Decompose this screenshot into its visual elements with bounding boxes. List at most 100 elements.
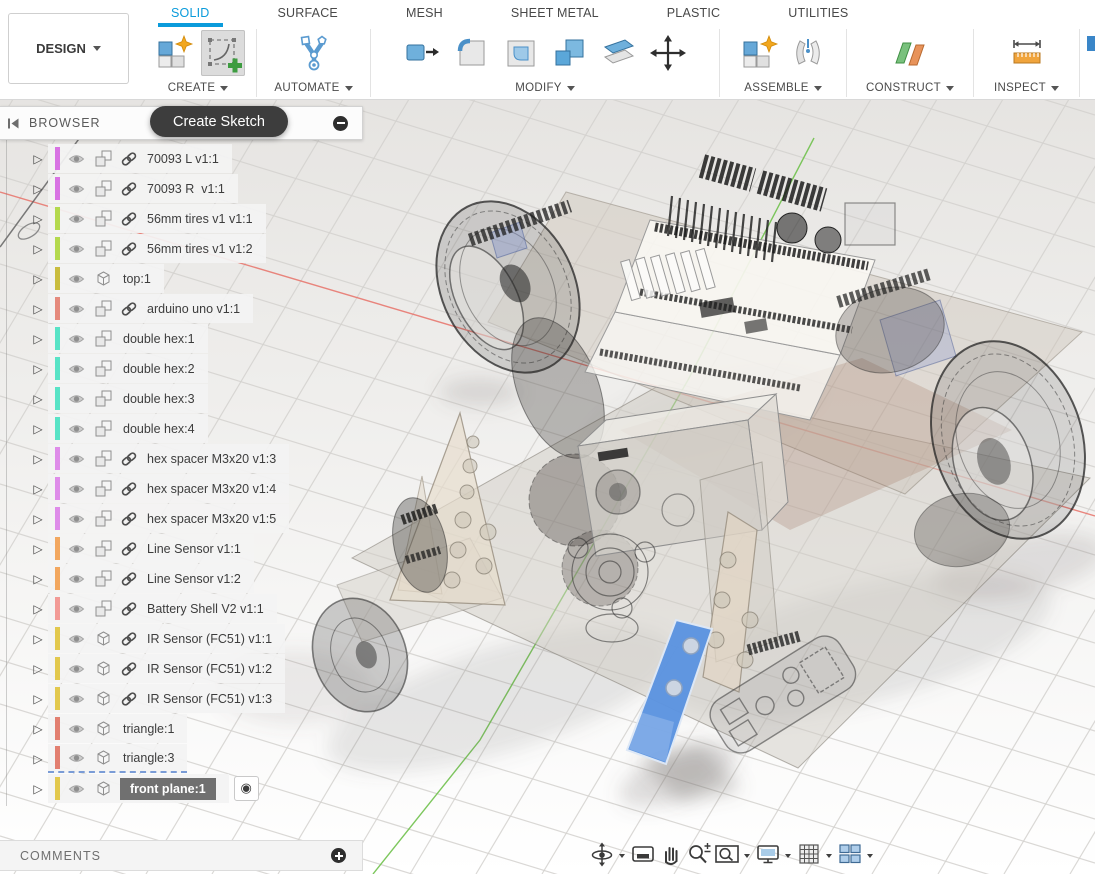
move-copy-icon[interactable] (646, 30, 690, 76)
item-label[interactable]: arduino uno v1:1 (147, 302, 240, 316)
browser-item[interactable]: ▷hex spacer M3x20 v1:5 (28, 504, 289, 533)
tab-sheet-metal[interactable]: SHEET METAL (498, 0, 612, 27)
item-label[interactable]: IR Sensor (FC51) v1:3 (147, 692, 272, 706)
browser-item[interactable]: ▷double hex:1 (28, 324, 208, 353)
chevron-down-icon[interactable] (826, 854, 832, 861)
expand-arrow-icon[interactable]: ▷ (28, 782, 48, 796)
fillet-icon[interactable] (450, 30, 494, 76)
browser-item-body[interactable]: triangle:1 (48, 714, 187, 743)
item-label[interactable]: IR Sensor (FC51) v1:2 (147, 662, 272, 676)
visibility-eye-icon[interactable] (68, 573, 85, 585)
browser-item-body[interactable]: IR Sensor (FC51) v1:1 (48, 624, 285, 653)
construct-plane-icon[interactable] (888, 30, 932, 76)
expand-arrow-icon[interactable]: ▷ (28, 722, 48, 736)
item-label[interactable]: hex spacer M3x20 v1:4 (147, 482, 276, 496)
browser-item[interactable]: ▷hex spacer M3x20 v1:3 (28, 444, 289, 473)
tab-mesh[interactable]: MESH (393, 0, 456, 27)
visibility-eye-icon[interactable] (68, 603, 85, 615)
visibility-eye-icon[interactable] (68, 153, 85, 165)
browser-item[interactable]: ▷Line Sensor v1:2 (28, 564, 254, 593)
visibility-eye-icon[interactable] (68, 783, 85, 795)
expand-arrow-icon[interactable]: ▷ (28, 332, 48, 346)
browser-item[interactable]: ▷ 56mm tires v1 v1:1 (28, 204, 266, 233)
press-pull-icon[interactable] (401, 30, 445, 76)
automate-icon[interactable] (292, 30, 336, 76)
browser-item-body[interactable]: Line Sensor v1:1 (48, 534, 254, 563)
browser-item[interactable]: ▷IR Sensor (FC51) v1:3 (28, 684, 285, 713)
browser-item[interactable]: ▷Line Sensor v1:1 (28, 534, 254, 563)
visibility-eye-icon[interactable] (68, 423, 85, 435)
add-comment-icon[interactable] (331, 848, 346, 863)
visibility-eye-icon[interactable] (68, 543, 85, 555)
tab-solid[interactable]: SOLID (158, 0, 223, 27)
item-label[interactable]: 70093 R v1:1 (147, 182, 225, 196)
group-label-automate[interactable]: AUTOMATE (274, 82, 352, 94)
browser-item[interactable]: ▷IR Sensor (FC51) v1:1 (28, 624, 285, 653)
item-label[interactable]: 70093 L v1:1 (147, 152, 219, 166)
expand-arrow-icon[interactable]: ▷ (28, 602, 48, 616)
browser-item-body[interactable]: IR Sensor (FC51) v1:2 (48, 654, 285, 683)
tab-plastic[interactable]: PLASTIC (654, 0, 734, 27)
chevron-down-icon[interactable] (785, 854, 791, 861)
measure-icon[interactable] (1005, 30, 1049, 76)
create-sketch-icon[interactable] (201, 30, 245, 76)
collapse-all-icon[interactable] (333, 116, 348, 131)
browser-item-body[interactable]: top:1 (48, 264, 164, 293)
item-label[interactable]: double hex:3 (123, 392, 195, 406)
browser-item[interactable]: ▷arduino uno v1:1 (28, 294, 253, 323)
joint-icon[interactable] (786, 30, 830, 76)
browser-item[interactable]: ▷double hex:4 (28, 414, 208, 443)
visibility-eye-icon[interactable] (68, 752, 85, 764)
browser-item[interactable]: ▷Battery Shell V2 v1:1 (28, 594, 277, 623)
item-label[interactable]: triangle:1 (123, 722, 174, 736)
activate-component-radio-icon[interactable]: ◉ (234, 776, 259, 801)
expand-arrow-icon[interactable]: ▷ (28, 482, 48, 496)
tab-surface[interactable]: SURFACE (265, 0, 351, 27)
browser-item-body[interactable]: IR Sensor (FC51) v1:3 (48, 684, 285, 713)
visibility-eye-icon[interactable] (68, 723, 85, 735)
browser-item-body[interactable]: 70093 R v1:1 (48, 174, 238, 203)
browser-item[interactable]: ▷front plane:1◉ (28, 774, 259, 803)
group-label-assemble[interactable]: ASSEMBLE (744, 82, 821, 94)
browser-item[interactable]: ▷triangle:3 (28, 744, 187, 773)
expand-arrow-icon[interactable]: ▷ (28, 182, 48, 196)
browser-item[interactable]: ▷double hex:3 (28, 384, 208, 413)
visibility-eye-icon[interactable] (68, 273, 85, 285)
comments-bar[interactable]: COMMENTS (0, 840, 363, 871)
chevron-down-icon[interactable] (867, 854, 873, 861)
visibility-eye-icon[interactable] (68, 513, 85, 525)
item-label[interactable]: 56mm tires v1 v1:2 (147, 242, 253, 256)
item-label[interactable]: 56mm tires v1 v1:1 (147, 212, 253, 226)
visibility-eye-icon[interactable] (68, 333, 85, 345)
visibility-eye-icon[interactable] (68, 183, 85, 195)
browser-item-body[interactable]: 70093 L v1:1 (48, 144, 232, 173)
zoom-icon[interactable] (685, 839, 713, 869)
browser-item-body[interactable]: front plane:1 (48, 774, 229, 803)
expand-arrow-icon[interactable]: ▷ (28, 422, 48, 436)
browser-item[interactable]: ▷IR Sensor (FC51) v1:2 (28, 654, 285, 683)
browser-item-body[interactable]: hex spacer M3x20 v1:3 (48, 444, 289, 473)
browser-item[interactable]: ▷top:1 (28, 264, 164, 293)
fit-icon[interactable] (713, 839, 741, 869)
item-label[interactable]: triangle:3 (123, 751, 174, 765)
visibility-eye-icon[interactable] (68, 303, 85, 315)
grid-display-icon[interactable] (795, 839, 823, 869)
expand-arrow-icon[interactable]: ▷ (28, 212, 48, 226)
browser-item-body[interactable]: hex spacer M3x20 v1:4 (48, 474, 289, 503)
browser-item-body[interactable]: arduino uno v1:1 (48, 294, 253, 323)
expand-arrow-icon[interactable]: ▷ (28, 632, 48, 646)
select-tool-icon[interactable] (1087, 36, 1095, 51)
browser-item[interactable]: ▷56mm tires v1 v1:2 (28, 234, 266, 263)
browser-item-body[interactable]: Battery Shell V2 v1:1 (48, 594, 277, 623)
combine-icon[interactable] (548, 30, 592, 76)
group-label-create[interactable]: CREATE (168, 82, 229, 94)
visibility-eye-icon[interactable] (68, 363, 85, 375)
visibility-eye-icon[interactable] (68, 633, 85, 645)
visibility-eye-icon[interactable] (68, 663, 85, 675)
visibility-eye-icon[interactable] (68, 213, 85, 225)
browser-item-body[interactable]: 56mm tires v1 v1:2 (48, 234, 266, 263)
new-component-icon[interactable] (152, 30, 196, 76)
display-settings-icon[interactable] (754, 839, 782, 869)
visibility-eye-icon[interactable] (68, 243, 85, 255)
browser-item[interactable]: ▷70093 L v1:1 (28, 144, 232, 173)
